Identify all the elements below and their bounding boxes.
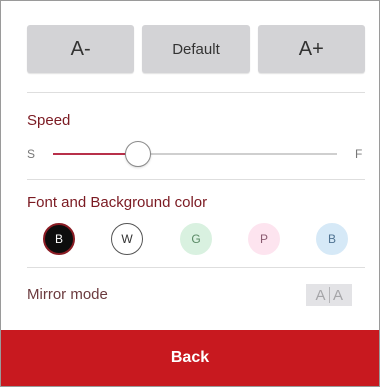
speed-min-label: S [27, 147, 36, 161]
mirror-mode-label: Mirror mode [27, 286, 108, 303]
color-option-b-5[interactable]: B [316, 223, 348, 255]
color-label: Font and Background color [27, 194, 208, 211]
color-option-w-2[interactable]: W [111, 223, 143, 255]
mirror-mode-toggle[interactable]: A A [306, 284, 352, 306]
speed-label: Speed [27, 112, 71, 129]
mirror-flipped-glyph: A [332, 286, 343, 304]
color-option-p-4[interactable]: P [248, 223, 280, 255]
decrease-font-button[interactable]: A- [27, 25, 135, 73]
mirror-separator [328, 287, 330, 303]
speed-slider-thumb[interactable] [125, 141, 151, 167]
divider [27, 179, 365, 180]
color-option-g-3[interactable]: G [180, 223, 212, 255]
speed-max-label: F [355, 147, 363, 161]
increase-font-button[interactable]: A+ [257, 25, 365, 73]
divider [27, 267, 365, 268]
reading-settings-panel: A- Default A+ Speed S F Font and Backgro… [0, 0, 380, 387]
font-size-controls: A- Default A+ [27, 25, 365, 73]
back-button[interactable]: Back [1, 330, 379, 386]
divider [27, 92, 365, 93]
mirror-normal-glyph: A [315, 286, 326, 304]
speed-slider[interactable] [53, 141, 337, 167]
color-option-b-1[interactable]: B [43, 223, 75, 255]
default-font-button[interactable]: Default [142, 25, 250, 73]
color-options: BWGPB [43, 223, 351, 257]
